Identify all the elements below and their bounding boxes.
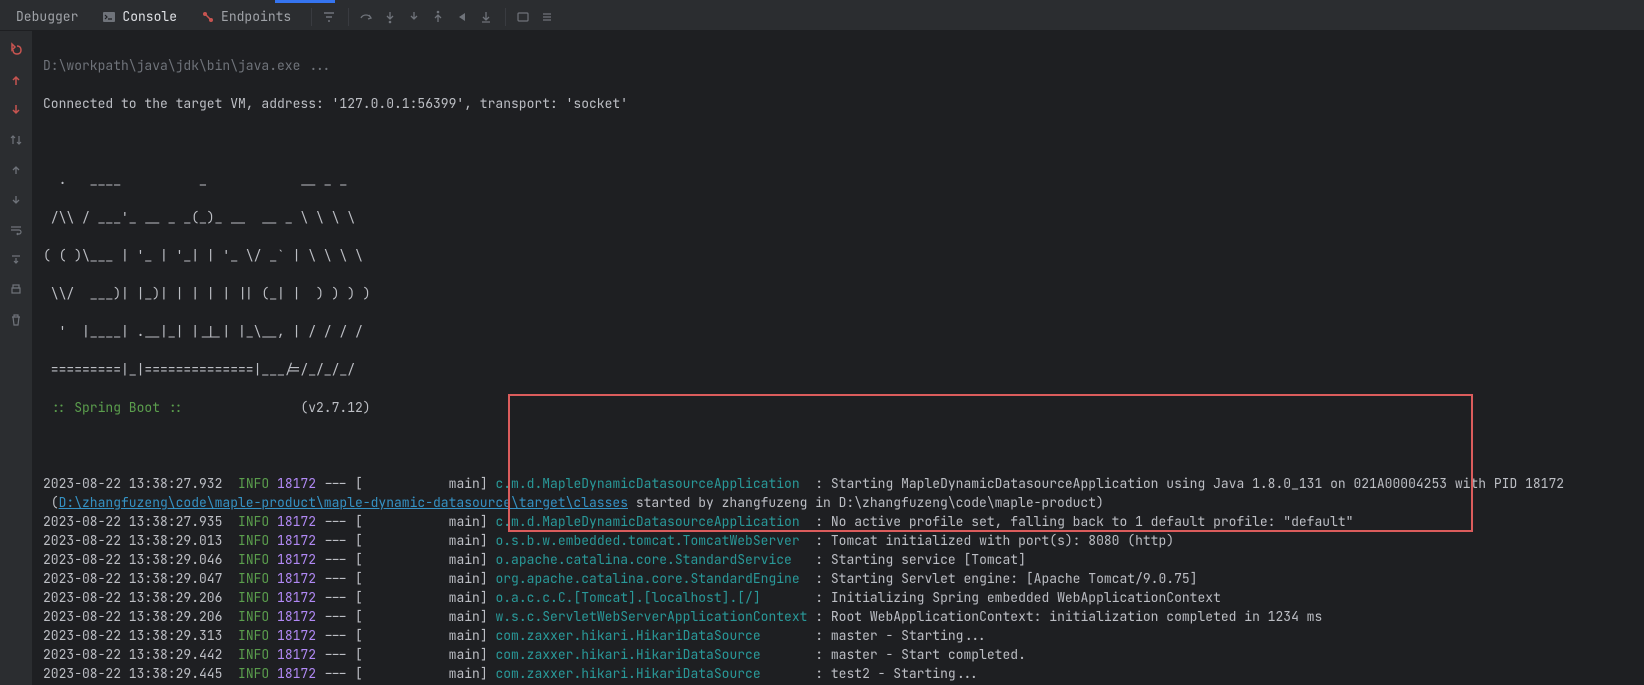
print-icon[interactable] [5, 279, 27, 301]
spring-boot-label: :: Spring Boot :: [43, 399, 183, 416]
rerun-icon[interactable] [5, 39, 27, 61]
cmd-line: D:\workpath\java\jdk\bin\java.exe ... [43, 56, 1634, 75]
drop-frame-icon[interactable] [451, 6, 473, 28]
stop-up-icon[interactable] [5, 69, 27, 91]
tab-console[interactable]: Console [90, 3, 189, 30]
tab-debugger[interactable]: Debugger [4, 3, 90, 30]
active-tab-indicator [275, 0, 335, 3]
scroll-to-end-icon[interactable] [5, 249, 27, 271]
log-line: 2023-08-22 13:38:29.445 INFO 18172 --- [… [43, 664, 1634, 683]
step-over-icon[interactable] [355, 6, 377, 28]
toolbar-icons [311, 8, 340, 26]
force-step-into-icon[interactable] [403, 6, 425, 28]
main-area: D:\workpath\java\jdk\bin\java.exe ... Co… [0, 31, 1644, 685]
evaluate-icon[interactable] [512, 6, 534, 28]
settings-icon[interactable] [536, 6, 558, 28]
stop-down-icon[interactable] [5, 99, 27, 121]
step-out-icon[interactable] [427, 6, 449, 28]
log-line: 2023-08-22 13:38:29.313 INFO 18172 --- [… [43, 626, 1634, 645]
tab-debugger-label: Debugger [16, 8, 78, 25]
log-line: 2023-08-22 13:38:27.935 INFO 18172 --- [… [43, 512, 1634, 531]
banner-l1: . ____ _ __ _ _ [43, 170, 1634, 189]
banner-l6: =========|_|==============|___/=/_/_/_/ [43, 360, 1634, 379]
tab-console-label: Console [122, 8, 177, 25]
blank2 [43, 436, 1634, 455]
log-line: 2023-08-22 13:38:29.013 INFO 18172 --- [… [43, 531, 1634, 550]
sort-icon[interactable] [5, 129, 27, 151]
tab-bar: Debugger Console Endpoints [0, 3, 1644, 31]
log-line: 2023-08-22 13:38:29.046 INFO 18172 --- [… [43, 550, 1634, 569]
banner-l2: /\\ / ___'_ __ _ _(_)_ __ __ _ \ \ \ \ [43, 208, 1634, 227]
console-icon [102, 10, 116, 24]
console-output[interactable]: D:\workpath\java\jdk\bin\java.exe ... Co… [33, 31, 1644, 685]
tab-endpoints[interactable]: Endpoints [189, 3, 303, 30]
filter-icon[interactable] [318, 6, 340, 28]
connected-line: Connected to the target VM, address: '12… [43, 94, 1634, 113]
spring-version: (v2.7.12) [183, 399, 370, 416]
run-to-cursor-icon[interactable] [475, 6, 497, 28]
scroll-down-icon[interactable] [5, 189, 27, 211]
log-block-1: 2023-08-22 13:38:27.932 INFO 18172 --- [… [43, 474, 1634, 685]
log-line: 2023-08-22 13:38:29.442 INFO 18172 --- [… [43, 645, 1634, 664]
left-gutter [0, 31, 33, 685]
log-line: 2023-08-22 13:38:29.206 INFO 18172 --- [… [43, 607, 1634, 626]
toolbar-icons-3 [505, 8, 558, 26]
log-line: 2023-08-22 13:38:27.932 INFO 18172 --- [… [43, 474, 1634, 493]
trash-icon[interactable] [5, 309, 27, 331]
banner-l7: :: Spring Boot :: (v2.7.12) [43, 398, 1634, 417]
soft-wrap-icon[interactable] [5, 219, 27, 241]
endpoints-icon [201, 10, 215, 24]
scroll-up-icon[interactable] [5, 159, 27, 181]
classes-path-link[interactable]: D:\zhangfuzeng\code\maple-product\maple-… [59, 494, 628, 511]
tab-endpoints-label: Endpoints [221, 8, 291, 25]
step-into-icon[interactable] [379, 6, 401, 28]
banner-l3: ( ( )\___ | '_ | '_| | '_ \/ _` | \ \ \ … [43, 246, 1634, 265]
blank [43, 132, 1634, 151]
toolbar-icons-2 [348, 8, 497, 26]
log-link-line: (D:\zhangfuzeng\code\maple-product\maple… [43, 493, 1634, 512]
banner-l4: \\/ ___)| |_)| | | | | || (_| | ) ) ) ) [43, 284, 1634, 303]
banner-l5: ' |____| .__|_| |_|_| |_\__, | / / / / [43, 322, 1634, 341]
log-line: 2023-08-22 13:38:29.047 INFO 18172 --- [… [43, 569, 1634, 588]
log-line: 2023-08-22 13:38:29.206 INFO 18172 --- [… [43, 588, 1634, 607]
